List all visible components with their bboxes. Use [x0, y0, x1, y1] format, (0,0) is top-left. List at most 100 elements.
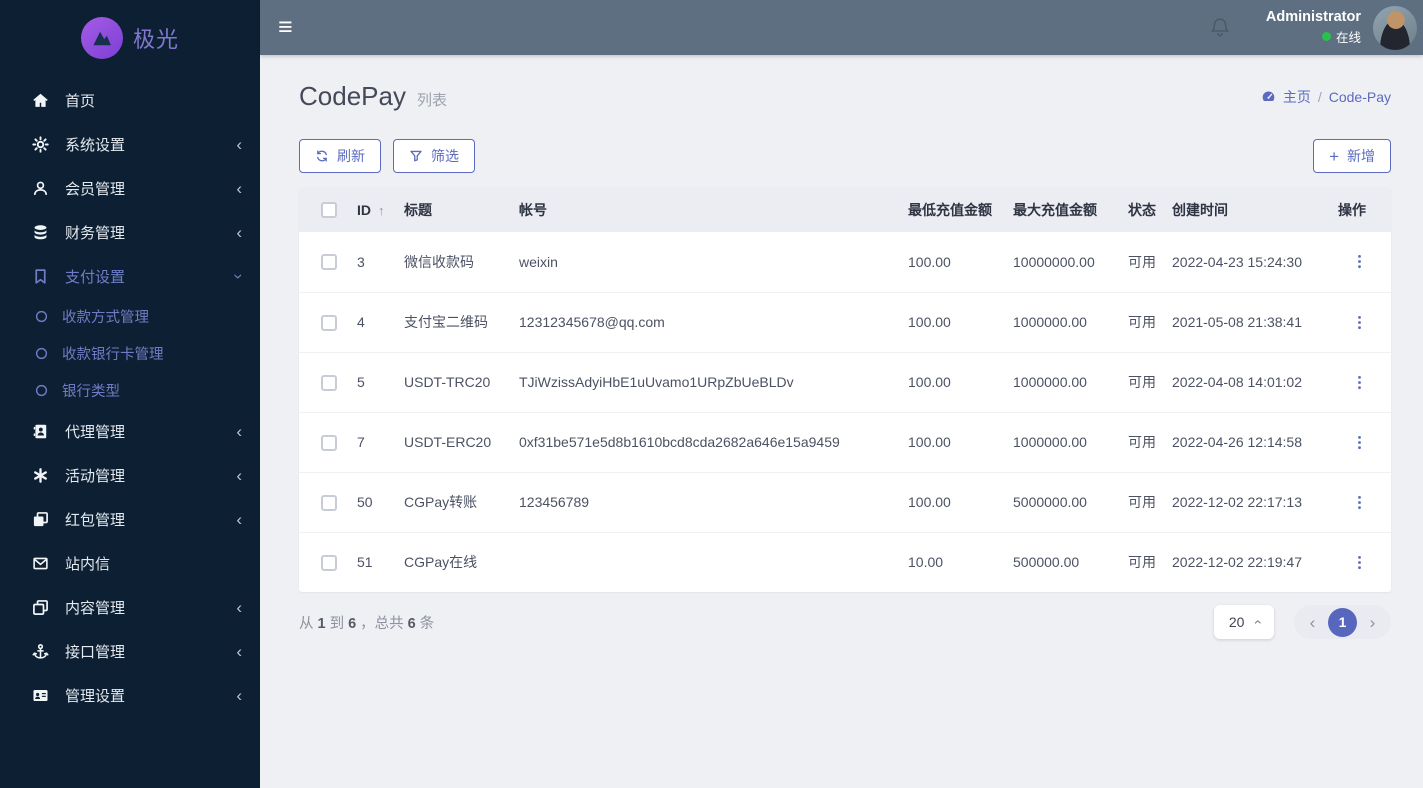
- cell-title: 微信收款码: [404, 253, 474, 270]
- bell-icon[interactable]: [1208, 16, 1232, 40]
- toolbar: 刷新 筛选 + 新增: [299, 139, 1391, 173]
- sidebar-item-content-management[interactable]: 内容管理 ‹: [0, 585, 260, 629]
- table-row: 5 USDT-TRC20 TJiWzissAdyiHbE1uUvamo1URpZbU…: [299, 351, 1391, 412]
- next-page-button[interactable]: ›: [1359, 614, 1386, 631]
- row-select-cell: [299, 291, 357, 352]
- row-actions-button[interactable]: [1353, 492, 1366, 513]
- cell-account: TJiWzissAdyiHbE1uUvamo1URpZbUeBLDv: [519, 351, 908, 412]
- topbar: ≡ Administrator 在线: [260, 0, 1423, 55]
- sidebar-item-finance-management[interactable]: 财务管理 ‹: [0, 210, 260, 254]
- sidebar-subitem-payment-method-management[interactable]: 收款方式管理: [0, 298, 260, 335]
- sidebar-item-activity-management[interactable]: 活动管理 ‹: [0, 453, 260, 497]
- sidebar-item-payment-settings[interactable]: 支付设置 ›: [0, 254, 260, 298]
- sidebar-subitem-receiving-bank-card-management[interactable]: 收款银行卡管理: [0, 335, 260, 372]
- cell-account: [519, 531, 908, 592]
- filter-icon: [409, 149, 423, 163]
- bookmark-icon: [30, 266, 50, 286]
- sidebar-subitem-label: 收款方式管理: [62, 310, 149, 326]
- sidebar-nav: 首页 系统设置 ‹ 会员管理 ‹ 财务管理 ‹ 支付设置 › 收款方式管理 收款银行卡管理 银行类型代…: [0, 70, 260, 717]
- cell-created-time: 2022-04-08 14:01:02: [1172, 351, 1332, 412]
- current-page-button[interactable]: 1: [1328, 607, 1357, 637]
- cell-created-time: 2021-05-08 21:38:41: [1172, 291, 1332, 352]
- row-select-cell: [299, 471, 357, 532]
- filter-button[interactable]: 筛选: [393, 139, 475, 173]
- chevron-left-icon: ‹: [236, 222, 242, 242]
- chevron-left-icon: ‹: [236, 597, 242, 617]
- table-header-row: ID ↑ 标题 帐号 最低充值金额 最大充值金额 状态 创建时间 操作: [299, 187, 1391, 232]
- sidebar-item-member-management[interactable]: 会员管理 ‹: [0, 166, 260, 210]
- row-actions-button[interactable]: [1353, 251, 1366, 272]
- sidebar-item-admin-settings[interactable]: 管理设置 ‹: [0, 673, 260, 717]
- cell-id: 3: [357, 253, 365, 270]
- cell-status: 可用: [1128, 471, 1172, 532]
- row-actions-button[interactable]: [1353, 312, 1366, 333]
- logo: 极光: [0, 6, 260, 70]
- row-actions-button[interactable]: [1353, 552, 1366, 573]
- row-checkbox[interactable]: [321, 314, 337, 331]
- sidebar-item-site-messages[interactable]: 站内信: [0, 541, 260, 585]
- column-min-amount: 最低充值金额: [908, 187, 1013, 232]
- sort-asc-icon[interactable]: ↑: [378, 203, 385, 218]
- row-actions-button[interactable]: [1353, 372, 1366, 393]
- cell-max-amount: 500000.00: [1013, 531, 1128, 592]
- cell-min-amount: 100.00: [908, 411, 1013, 472]
- sidebar-item-label: 财务管理: [65, 224, 126, 242]
- main-content: CodePay 列表 主页 / Code-Pay 刷新 筛选 + 新增 ID ↑…: [260, 55, 1423, 788]
- sidebar-subitem-bank-type[interactable]: 银行类型: [0, 372, 260, 409]
- breadcrumb-separator: /: [1317, 88, 1322, 105]
- table-footer: 从 1 到 6 ，总共 6 条 20 › ‹ 1 ›: [299, 605, 1391, 639]
- menu-toggle-icon[interactable]: ≡: [278, 15, 293, 40]
- cell-created-time: 2022-04-26 12:14:58: [1172, 411, 1332, 472]
- sidebar: 极光 首页 系统设置 ‹ 会员管理 ‹ 财务管理 ‹ 支付设置 › 收款方式管理 收款银行卡管理 银行…: [0, 0, 260, 788]
- circle-icon: [33, 346, 49, 362]
- breadcrumb-home-link[interactable]: 主页: [1283, 87, 1311, 107]
- select-all-checkbox[interactable]: [321, 202, 337, 219]
- refresh-icon: [315, 149, 329, 163]
- row-select-cell: [299, 232, 357, 292]
- codepay-table: ID ↑ 标题 帐号 最低充值金额 最大充值金额 状态 创建时间 操作 3 微信收款…: [299, 187, 1391, 592]
- user-menu[interactable]: Administrator 在线: [1266, 9, 1361, 46]
- cell-max-amount: 1000000.00: [1013, 351, 1128, 412]
- sidebar-item-home[interactable]: 首页: [0, 78, 260, 122]
- add-button[interactable]: + 新增: [1313, 139, 1391, 173]
- cell-actions: [1332, 291, 1391, 352]
- column-created-time: 创建时间: [1172, 187, 1332, 232]
- table-row: 4 支付宝二维码 12312345678@qq.com 100.00 1000000.0…: [299, 291, 1391, 352]
- sidebar-submenu: 收款方式管理 收款银行卡管理银行类型: [0, 298, 260, 409]
- cell-actions: [1332, 411, 1391, 472]
- avatar[interactable]: [1373, 5, 1417, 50]
- table-row: 50 CGPay转账 123456789 100.00 5000000.00 可用 2022…: [299, 471, 1391, 532]
- table-card: ID ↑ 标题 帐号 最低充值金额 最大充值金额 状态 创建时间 操作 3 微信收款…: [299, 187, 1391, 592]
- cell-min-amount: 100.00: [908, 291, 1013, 352]
- logo-icon: [80, 17, 123, 59]
- asterisk-icon: [30, 465, 50, 485]
- sidebar-subitem-label: 收款银行卡管理: [62, 347, 164, 363]
- cell-min-amount: 100.00: [908, 253, 951, 270]
- refresh-button[interactable]: 刷新: [299, 139, 381, 173]
- row-actions-button[interactable]: [1353, 432, 1366, 453]
- cell-created-time: 2022-12-02 22:17:13: [1172, 471, 1332, 532]
- table-row: 51 CGPay在线 10.00 500000.00 可用 2022-12-02 22:1…: [299, 531, 1391, 592]
- row-checkbox[interactable]: [321, 494, 337, 511]
- cell-title: USDT-TRC20: [404, 351, 519, 412]
- sidebar-item-label: 站内信: [65, 555, 111, 573]
- page-title: CodePay: [299, 81, 406, 111]
- sidebar-item-system-settings[interactable]: 系统设置 ‹: [0, 122, 260, 166]
- page-size-select[interactable]: 20 ›: [1214, 605, 1274, 639]
- sidebar-item-label: 红包管理: [65, 511, 126, 529]
- online-status-label: 在线: [1335, 31, 1361, 45]
- cell-min-amount: 10.00: [908, 531, 1013, 592]
- chevron-left-icon: ‹: [236, 421, 242, 441]
- row-checkbox[interactable]: [321, 434, 337, 451]
- prev-page-button[interactable]: ‹: [1299, 614, 1326, 631]
- cell-max-amount: 5000000.00: [1013, 471, 1128, 532]
- sidebar-item-agent-management[interactable]: 代理管理 ‹: [0, 409, 260, 453]
- cell-title: CGPay转账: [404, 471, 519, 532]
- sidebar-item-label: 活动管理: [65, 467, 126, 485]
- sidebar-item-redpacket-management[interactable]: 红包管理 ‹: [0, 497, 260, 541]
- row-checkbox[interactable]: [321, 374, 337, 391]
- cell-title: 支付宝二维码: [404, 291, 519, 352]
- row-checkbox[interactable]: [321, 254, 337, 271]
- sidebar-item-api-management[interactable]: 接口管理 ‹: [0, 629, 260, 673]
- row-checkbox[interactable]: [321, 554, 337, 571]
